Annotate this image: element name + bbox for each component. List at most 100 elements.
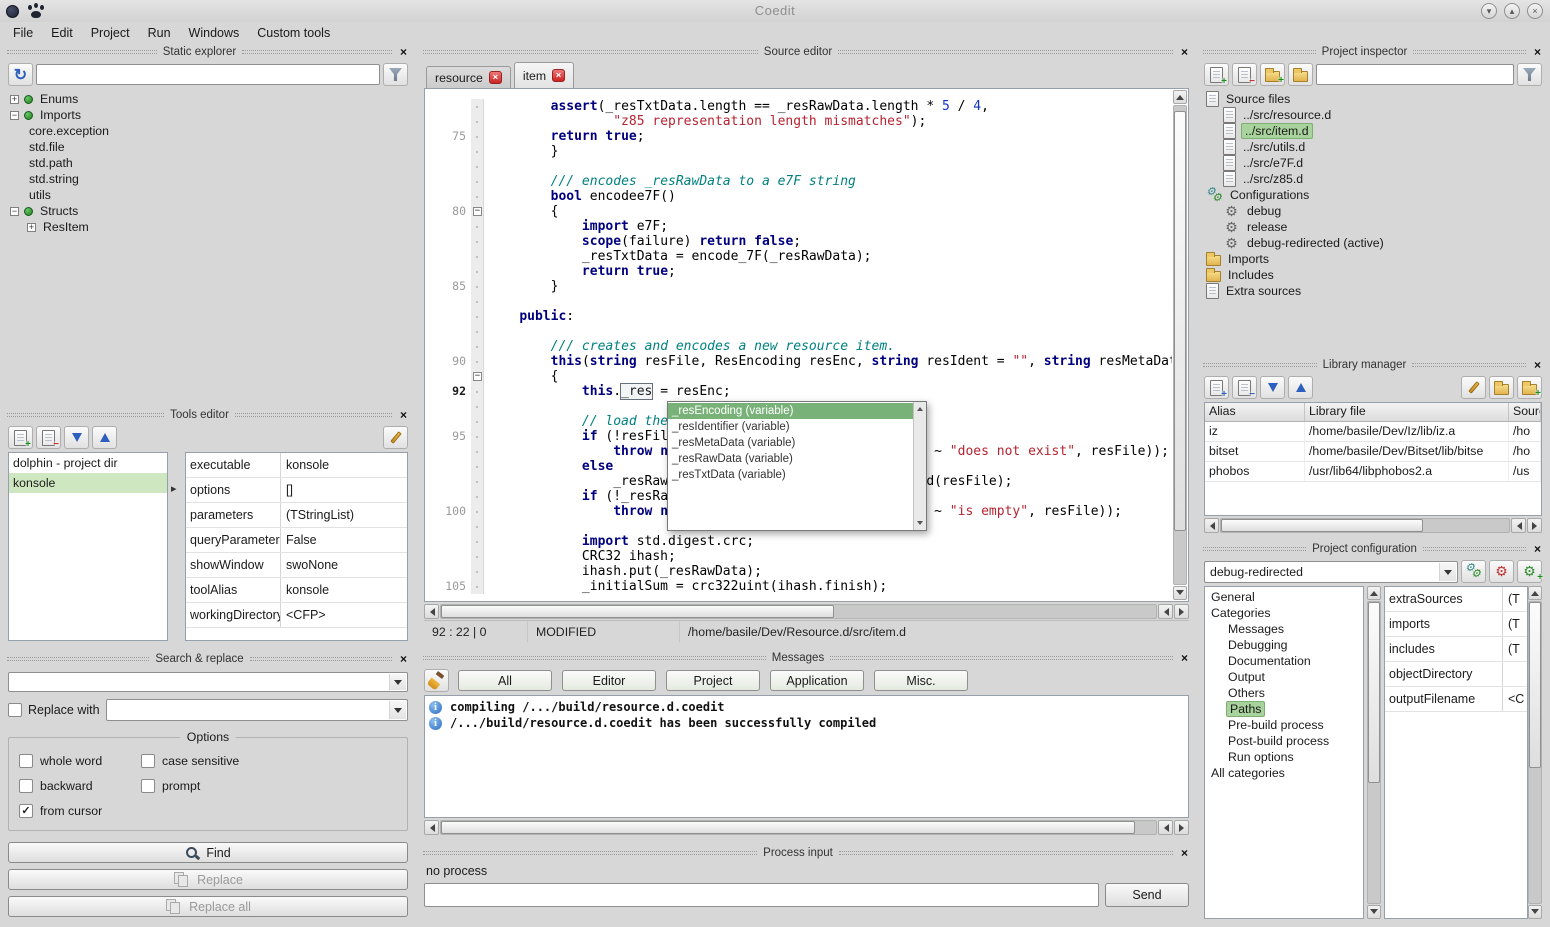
editor-line[interactable]: import std.digest.crc;: [425, 534, 1172, 549]
inspector-item[interactable]: ⚙⚙Configurations: [1204, 187, 1542, 203]
property-value[interactable]: (TStringList): [281, 503, 407, 527]
completion-item[interactable]: _resMetaData (variable): [668, 435, 913, 451]
source-filter-input[interactable]: [1316, 64, 1514, 85]
explorer-item[interactable]: core.exception: [8, 123, 408, 139]
scroll-right-icon[interactable]: [1174, 820, 1189, 835]
explorer-item[interactable]: utils: [8, 187, 408, 203]
explorer-item[interactable]: std.string: [8, 171, 408, 187]
editor-line[interactable]: 92 this._res = resEnc;: [425, 384, 1172, 399]
scrollbar-track[interactable]: [440, 820, 1157, 835]
editor-line[interactable]: }: [425, 144, 1172, 159]
close-panel-icon[interactable]: ×: [1179, 847, 1190, 859]
case-sensitive-checkbox[interactable]: ✓: [141, 754, 155, 768]
editor-line[interactable]: _resTxtData = encode_7F(_resRawData);: [425, 249, 1172, 264]
editor-line[interactable]: [425, 159, 1172, 174]
category-item[interactable]: Paths: [1207, 701, 1361, 717]
inspector-item[interactable]: ../src/utils.d: [1204, 139, 1542, 155]
properties-vertical-scrollbar[interactable]: [1528, 586, 1542, 919]
project-inspector-header[interactable]: Project inspector ×: [1200, 44, 1546, 60]
category-item[interactable]: Pre-build process: [1207, 717, 1361, 733]
filter-members-button[interactable]: [383, 63, 408, 86]
source-editor-header[interactable]: Source editor ×: [420, 44, 1193, 60]
refresh-members-button[interactable]: ↻: [8, 63, 33, 86]
close-tab-icon[interactable]: ×: [489, 71, 502, 84]
process-input-field[interactable]: [424, 883, 1099, 907]
expander-icon[interactable]: −: [10, 207, 19, 216]
property-row[interactable]: options[]: [186, 478, 407, 503]
property-value[interactable]: (T: [1503, 587, 1527, 611]
completion-item[interactable]: _resTxtData (variable): [668, 467, 913, 483]
explorer-item[interactable]: +Enums: [8, 91, 408, 107]
replace-button[interactable]: Replace: [8, 869, 408, 890]
completion-item[interactable]: _resIdentifier (variable): [668, 419, 913, 435]
option-backward[interactable]: ✓backward: [19, 779, 137, 793]
search-term-combo[interactable]: [8, 672, 408, 692]
library-horizontal-scrollbar[interactable]: [1204, 518, 1542, 533]
explorer-item[interactable]: −Structs: [8, 203, 408, 219]
code-editor[interactable]: assert(_resTxtData.length == _resRawData…: [424, 88, 1189, 602]
search-replace-header[interactable]: Search & replace ×: [4, 651, 412, 667]
sync-configs-button[interactable]: ⚙⚙: [1461, 560, 1486, 583]
close-panel-icon[interactable]: ×: [398, 46, 409, 58]
whole-word-checkbox[interactable]: ✓: [19, 754, 33, 768]
column-header-library-file[interactable]: Library file: [1305, 403, 1509, 421]
property-value[interactable]: []: [281, 478, 407, 502]
property-row[interactable]: queryParametersFalse: [186, 528, 407, 553]
filter-editor-button[interactable]: Editor: [562, 670, 656, 691]
inspector-item[interactable]: Extra sources: [1204, 283, 1542, 299]
add-source-folder-button[interactable]: +: [1260, 63, 1285, 86]
editor-line[interactable]: 75 return true;: [425, 129, 1172, 144]
scroll-down-icon[interactable]: [1528, 905, 1542, 919]
remove-source-button[interactable]: −: [1232, 63, 1257, 86]
move-tool-up-button[interactable]: [92, 426, 117, 449]
static-explorer-header[interactable]: Static explorer ×: [4, 44, 412, 60]
editor-line[interactable]: 80− {: [425, 204, 1172, 219]
property-value[interactable]: [1503, 662, 1527, 686]
property-value[interactable]: swoNone: [281, 553, 407, 577]
filter-misc-button[interactable]: Misc.: [874, 670, 968, 691]
scroll-left-icon[interactable]: [424, 820, 439, 835]
scrollbar-track[interactable]: [1528, 601, 1542, 904]
property-row[interactable]: toolAliaskonsole: [186, 578, 407, 603]
inspector-item[interactable]: Imports: [1204, 251, 1542, 267]
editor-line[interactable]: [425, 294, 1172, 309]
dropdown-arrow-icon[interactable]: [1439, 563, 1456, 581]
scroll-right-icon[interactable]: [1174, 604, 1189, 619]
property-value[interactable]: konsole: [281, 453, 407, 477]
open-library-folder-button[interactable]: [1489, 376, 1514, 399]
option-case-sensitive[interactable]: ✓case sensitive: [141, 754, 397, 768]
inspector-item[interactable]: ⚙debug: [1204, 203, 1542, 219]
close-tab-icon[interactable]: ×: [552, 69, 565, 82]
backward-checkbox[interactable]: ✓: [19, 779, 33, 793]
add-config-button[interactable]: ⚙+: [1517, 560, 1542, 583]
add-library-button[interactable]: +: [1204, 376, 1229, 399]
filter-project-button[interactable]: Project: [666, 670, 760, 691]
property-value[interactable]: <CFP>: [281, 603, 407, 627]
explorer-item[interactable]: std.file: [8, 139, 408, 155]
inspector-item[interactable]: ../src/e7F.d: [1204, 155, 1542, 171]
scrollbar-handle[interactable]: [441, 605, 834, 618]
tools-editor-header[interactable]: Tools editor ×: [4, 407, 412, 423]
message-row[interactable]: icompiling /.../build/resource.d.coedit: [429, 699, 1184, 715]
dropdown-arrow-icon[interactable]: [389, 674, 406, 690]
editor-line[interactable]: CRC32 ihash;: [425, 549, 1172, 564]
menu-custom-tools[interactable]: Custom tools: [248, 24, 339, 42]
close-panel-icon[interactable]: ×: [1532, 359, 1543, 371]
scrollbar-track[interactable]: [1220, 518, 1510, 533]
option-prompt[interactable]: ✓prompt: [141, 779, 397, 793]
explorer-item[interactable]: std.path: [8, 155, 408, 171]
category-item[interactable]: All categories: [1207, 765, 1361, 781]
messages-horizontal-scrollbar[interactable]: [424, 820, 1189, 835]
editor-line[interactable]: ihash.put(_resRawData);: [425, 564, 1172, 579]
library-row[interactable]: phobos/usr/lib64/libphobos2.a/us: [1205, 462, 1541, 482]
property-row[interactable]: outputFilename<C: [1385, 687, 1527, 712]
editor-line[interactable]: public:: [425, 309, 1172, 324]
replace-all-button[interactable]: Replace all: [8, 896, 408, 917]
add-tool-button[interactable]: +: [8, 426, 33, 449]
editor-line[interactable]: scope(failure) return false;: [425, 234, 1172, 249]
editor-line[interactable]: 105 _initialSum = crc322uint(ihash.finis…: [425, 579, 1172, 594]
scroll-left-icon[interactable]: [424, 604, 439, 619]
completion-scrollbar[interactable]: [913, 402, 926, 530]
property-row[interactable]: extraSources(T: [1385, 587, 1527, 612]
scroll-up-icon[interactable]: [1528, 586, 1542, 600]
